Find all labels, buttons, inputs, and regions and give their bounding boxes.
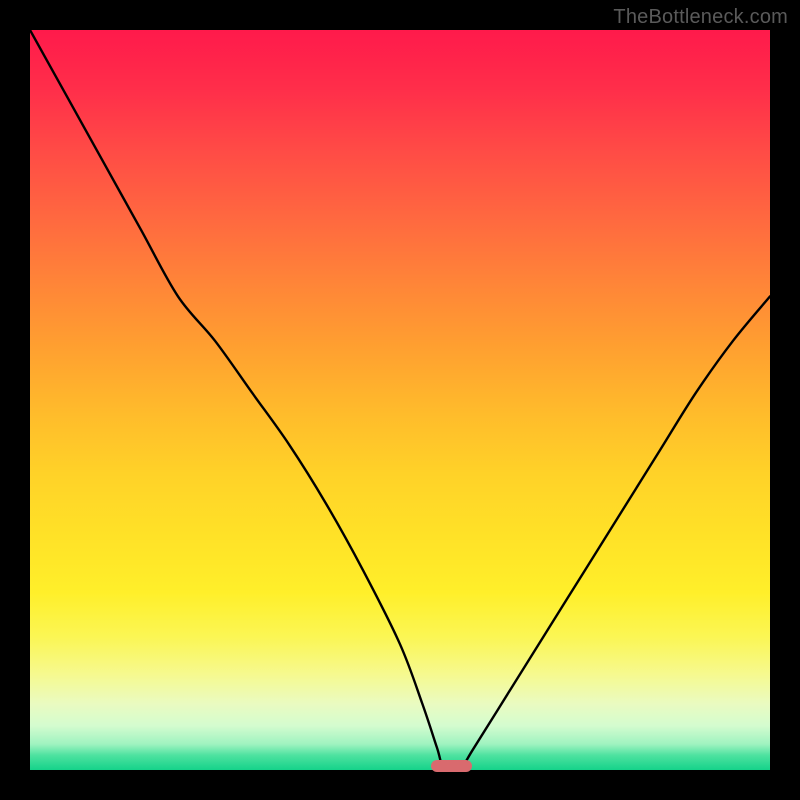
plot-area	[30, 30, 770, 770]
watermark-text: TheBottleneck.com	[613, 6, 788, 29]
bottleneck-curve	[30, 30, 770, 770]
chart-frame: TheBottleneck.com	[0, 0, 800, 800]
optimal-marker	[431, 760, 472, 772]
